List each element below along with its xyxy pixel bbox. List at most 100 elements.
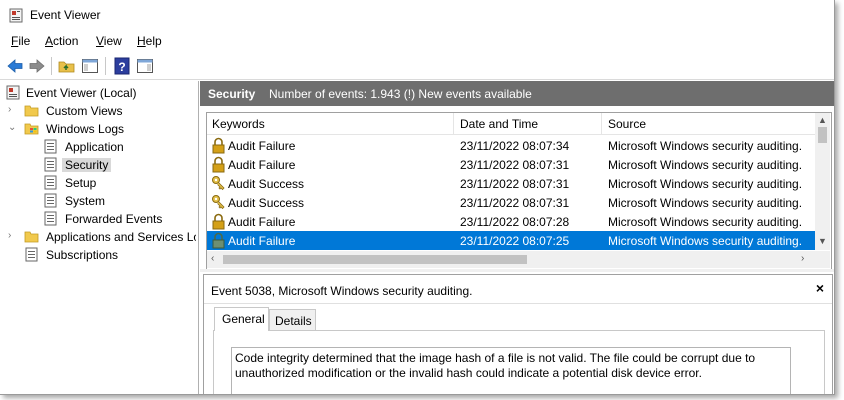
menu-view-label: iew [103, 34, 122, 48]
key-icon [212, 195, 225, 210]
subscriptions-icon [25, 247, 38, 262]
lock-icon [212, 213, 225, 230]
help-icon[interactable]: ? [113, 57, 131, 75]
event-description-text: Code integrity determined that the image… [235, 351, 756, 380]
lock-icon [212, 137, 225, 154]
show-hide-action-pane-icon[interactable] [136, 57, 154, 75]
table-row[interactable]: Audit Success 23/11/2022 08:07:31 Micros… [207, 193, 815, 212]
cell-keyword: Audit Failure [228, 215, 296, 229]
general-tab-panel: Code integrity determined that the image… [213, 330, 825, 394]
folder-icon [24, 105, 39, 117]
toolbar-separator [51, 57, 52, 75]
chevron-down-icon[interactable]: ⌄ [8, 122, 18, 134]
table-row[interactable]: Audit Failure 23/11/2022 08:07:28 Micros… [207, 212, 815, 231]
cell-source: Microsoft Windows security auditing. [608, 158, 803, 172]
cell-source: Microsoft Windows security auditing. [608, 139, 803, 153]
menu-action-hotkey: A [45, 34, 54, 48]
cell-keyword: Audit Failure [228, 158, 296, 172]
log-icon [44, 175, 57, 190]
tree-item-apps-services[interactable]: › Applications and Services Lo [8, 228, 196, 246]
window-title: Event Viewer [30, 8, 101, 22]
menu-bar: File Action View Help [0, 31, 834, 52]
tree-item-label: Setup [65, 176, 97, 190]
cell-date: 23/11/2022 08:07:31 [460, 196, 570, 210]
scroll-up-icon[interactable]: ▲ [818, 115, 827, 125]
tree-item-setup[interactable]: Setup [43, 174, 196, 192]
toolbar: ? [0, 53, 834, 80]
menu-help[interactable]: Help [137, 34, 162, 48]
close-icon[interactable]: × [816, 280, 824, 296]
details-tab-bar: General Details [213, 307, 823, 331]
cell-source: Microsoft Windows security auditing. [608, 234, 803, 248]
cell-source: Microsoft Windows security auditing. [608, 215, 803, 229]
menu-view[interactable]: View [96, 34, 122, 48]
tree-item-label: Forwarded Events [65, 212, 163, 226]
main-pane: Security Number of events: 1.943 (!) New… [200, 81, 834, 394]
column-header-source[interactable]: Source [608, 117, 646, 131]
tree-item-application[interactable]: Application [43, 138, 196, 156]
cell-date: 23/11/2022 08:07:25 [460, 234, 570, 248]
scroll-right-icon[interactable]: › [801, 253, 804, 264]
scroll-down-icon[interactable]: ▼ [818, 236, 827, 246]
tree-item-label: System [65, 194, 106, 208]
vertical-scroll-thumb[interactable] [818, 127, 827, 143]
column-divider[interactable] [453, 113, 454, 134]
event-details-pane: Event 5038, Microsoft Windows security a… [203, 274, 833, 394]
cell-keyword: Audit Failure [228, 234, 296, 248]
svg-text:?: ? [118, 60, 125, 74]
menu-help-hotkey: H [137, 34, 146, 48]
tree-item-subscriptions[interactable]: Subscriptions [8, 246, 196, 264]
back-arrow-icon[interactable] [6, 57, 24, 75]
tree-item-custom-views[interactable]: › Custom Views [8, 102, 196, 120]
vertical-scrollbar[interactable]: ▲ ▼ [815, 113, 830, 250]
column-divider[interactable] [601, 113, 602, 134]
menu-file-label: ile [18, 34, 31, 48]
event-details-title: Event 5038, Microsoft Windows security a… [211, 284, 473, 298]
menu-help-label: elp [145, 34, 162, 48]
log-title: Security [208, 87, 256, 101]
menu-file[interactable]: File [11, 34, 30, 48]
table-row[interactable]: Audit Failure 23/11/2022 08:07:31 Micros… [207, 155, 815, 174]
horizontal-scrollbar[interactable]: ‹ › [207, 251, 815, 268]
folder-icon [24, 231, 39, 243]
column-header-keywords[interactable]: Keywords [212, 117, 265, 131]
show-hide-tree-icon[interactable] [81, 57, 99, 75]
lock-icon [212, 156, 225, 173]
pane-splitter[interactable] [200, 269, 834, 272]
event-viewer-icon [6, 85, 20, 100]
chevron-right-icon[interactable]: › [8, 104, 18, 116]
tree-item-windows-logs[interactable]: ⌄ Windows Logs [8, 120, 196, 138]
table-row-selected[interactable]: Audit Failure 23/11/2022 08:07:25 Micros… [207, 231, 815, 250]
log-header-bar: Security Number of events: 1.943 (!) New… [200, 81, 834, 106]
tree-item-system[interactable]: System [43, 192, 196, 210]
tree-item-security[interactable]: Security [43, 156, 196, 174]
log-icon [44, 139, 57, 154]
cell-keyword: Audit Success [228, 177, 305, 191]
events-table: Keywords Date and Time Source Audit Fail… [206, 112, 832, 270]
chevron-right-icon[interactable]: › [8, 230, 18, 242]
tab-general[interactable]: General [214, 307, 269, 331]
tab-details[interactable]: Details [269, 309, 316, 330]
scroll-corner [815, 251, 830, 268]
horizontal-scroll-thumb[interactable] [223, 255, 527, 264]
tree-item-forwarded-events[interactable]: Forwarded Events [43, 210, 196, 228]
tree-item-label: Subscriptions [46, 248, 119, 262]
table-row[interactable]: Audit Success 23/11/2022 08:07:31 Micros… [207, 174, 815, 193]
navigation-tree: Event Viewer (Local) › Custom Views ⌄ Wi… [0, 81, 199, 394]
scroll-left-icon[interactable]: ‹ [211, 253, 214, 264]
table-row[interactable]: Audit Failure 23/11/2022 08:07:34 Micros… [207, 136, 815, 155]
cell-source: Microsoft Windows security auditing. [608, 177, 803, 191]
lock-icon [212, 232, 225, 249]
menu-view-hotkey: V [96, 34, 104, 48]
tree-item-root[interactable]: Event Viewer (Local) [6, 84, 196, 102]
tree-item-label: Security [62, 158, 112, 172]
up-folder-icon[interactable] [58, 57, 76, 75]
forward-arrow-icon[interactable] [28, 57, 46, 75]
log-icon [44, 193, 57, 208]
event-description-box[interactable]: Code integrity determined that the image… [231, 347, 791, 394]
column-header-date-time[interactable]: Date and Time [460, 117, 538, 131]
toolbar-separator [105, 57, 106, 75]
menu-action[interactable]: Action [45, 34, 78, 48]
event-viewer-icon [9, 8, 23, 23]
log-icon [44, 157, 57, 172]
